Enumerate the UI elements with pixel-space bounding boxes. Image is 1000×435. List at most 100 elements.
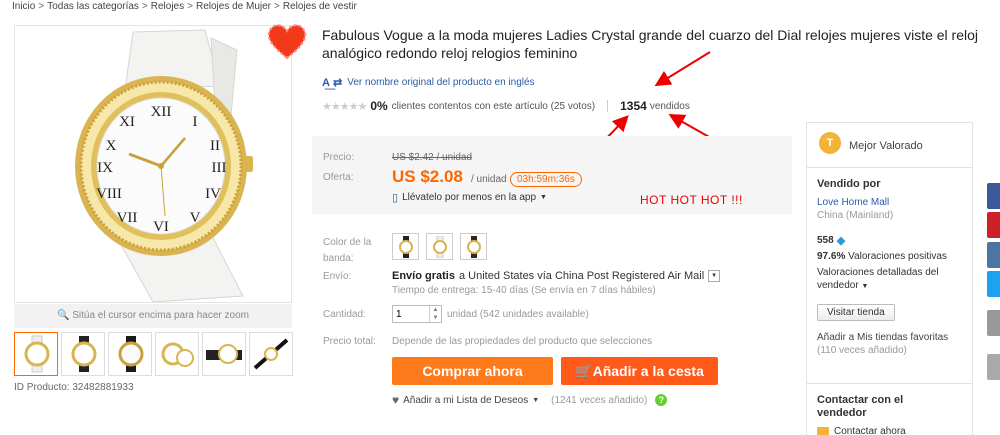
watch-pair-icon [161,342,194,367]
rating-stars-icon: ★★★★★ [322,100,367,113]
quantity-label: Cantidad: [323,309,366,320]
quantity-input[interactable] [396,307,428,321]
breadcrumb-watches[interactable]: Relojes [151,1,184,12]
thumbnail-5[interactable] [202,332,246,376]
svg-text:VI: VI [153,219,169,235]
seller-panel: T Mejor Valorado Vendido por Love Home M… [806,122,973,435]
store-country: China (Mainland) [817,210,894,221]
svg-text:III: III [212,160,227,176]
store-name-link[interactable]: Love Home Mall [817,197,889,208]
svg-text:VIII: VIII [96,186,122,202]
sold-by-heading: Vendido por [817,178,881,190]
twitter-icon[interactable] [987,271,1000,297]
thumbnail-1[interactable] [14,332,58,376]
heart-icon [264,18,310,64]
svg-text:XII: XII [151,104,172,120]
wishlist-count: (1241 veces añadido) [551,394,648,406]
help-icon[interactable]: ? [655,394,668,406]
quantity-available: unidad (542 unidades available) [447,309,589,320]
thumbnail-strip [14,332,293,376]
translate-icon: A͟ ⇄ [322,77,343,89]
wishlist-row: ♥ Añadir a mi Lista de Deseos ▼ (1241 ve… [392,393,668,407]
svg-text:IX: IX [97,160,113,176]
app-discount-link[interactable]: ▯ Llévatelo por menos en la app ▼ [392,191,547,204]
band-color-label: Color de la banda: [323,237,372,264]
svg-text:II: II [210,138,220,154]
shipping-info: Envío gratis a United States vía China P… [392,270,721,282]
color-option-black[interactable] [392,233,419,260]
positive-feedback: 97.6% Valoraciones positivas [817,251,947,262]
total-price-label: Precio total: [323,336,376,347]
collapse-icon[interactable] [987,354,1000,380]
watch-illustration: XII I II III IV V VI VII VIII IX X XI [75,29,253,302]
watch-dark-icon [466,235,481,258]
cart-icon: 🛒 [575,363,593,379]
color-option-white[interactable] [426,233,453,260]
add-favorites-link[interactable]: Añadir a Mis tiendas favoritas [817,332,948,343]
band-color-options [392,233,487,260]
product-id: ID Producto: 32482881933 [14,382,134,393]
total-price-text: Depende de las propiedades del producto … [392,336,653,347]
breadcrumb: Inicio > Todas las categorías > Relojes > Relo… [12,1,357,12]
breadcrumb-home[interactable]: Inicio [12,1,35,12]
envelope-icon [817,427,829,435]
watch-black-icon [398,235,413,258]
svg-text:V: V [190,210,201,226]
offer-unit: / unidad [471,174,507,185]
seller-score: 558 ◆ [817,235,846,247]
thumbnail-3[interactable] [108,332,152,376]
wishlist-link[interactable]: Añadir a mi Lista de Deseos [403,395,528,406]
watch-black-icon [71,336,97,372]
offer-price: US $2.08 [392,167,463,186]
top-rated-label: Mejor Valorado [849,140,923,152]
shipping-dropdown-icon[interactable]: ▼ [708,270,721,282]
visit-store-button[interactable]: Visitar tienda [817,304,895,321]
chevron-down-icon: ▼ [540,194,547,201]
edit-icon[interactable] [987,310,1000,336]
delivery-time: Tiempo de entrega: 15-40 días (Se envía … [392,285,656,296]
translate-link[interactable]: A͟ ⇄ Ver nombre original del producto en… [322,76,535,89]
svg-text:I: I [193,114,198,130]
quantity-stepper[interactable]: ▲▼ [392,305,442,323]
watch-white-icon [24,335,50,373]
shipping-label: Envío: [323,271,352,282]
watch-black-icon [206,344,242,364]
countdown-timer: 03h:59m:36s [510,172,582,187]
thumbnail-2[interactable] [61,332,105,376]
svg-text:IV: IV [205,186,221,202]
facebook-icon[interactable] [987,183,1000,209]
quantity-arrows-icon[interactable]: ▲ ▼ [429,306,441,322]
svg-text:X: X [106,138,117,154]
contact-heading: Contactar con el vendedor [817,394,904,419]
detailed-ratings[interactable]: Valoraciones detalladas del vendedor ▼ [817,266,969,293]
svg-text:VII: VII [117,210,138,226]
visit-store-wrapper: Visitar tienda [817,304,895,321]
color-option-brown[interactable] [460,233,487,260]
magnifier-icon: 🔍 [57,310,70,321]
add-to-cart-button[interactable]: 🛒Añadir a la cesta [561,357,718,385]
phone-icon: ▯ [392,192,399,204]
main-product-image[interactable]: XII I II III IV V VI VII VIII IX X XI [14,25,292,303]
zoom-hint: 🔍 Sitúa el cursor encima para hacer zoom [14,304,292,328]
diamond-icon: ◆ [836,235,846,247]
favorites-count: (110 veces añadido) [817,345,907,356]
rating-percent: 0% [370,99,388,113]
pinterest-icon[interactable] [987,212,1000,238]
breadcrumb-womens-watches[interactable]: Relojes de Mujer [196,1,271,12]
breadcrumb-all-categories[interactable]: Todas las categorías [47,1,139,12]
thumbnail-6[interactable] [249,332,293,376]
buy-now-button[interactable]: Comprar ahora [392,357,553,385]
watch-black-icon [118,336,144,372]
shipping-destination: a United States vía China Post Registere… [458,270,705,282]
contact-now-link[interactable]: Contactar ahora [817,426,906,435]
original-price: US $2.42 / unidad [392,152,473,163]
thumbnail-4[interactable] [155,332,199,376]
chevron-down-icon: ▼ [861,283,869,290]
heart-outline-icon: ♥ [392,393,400,407]
vk-icon[interactable] [987,242,1000,268]
breadcrumb-dress-watches[interactable]: Relojes de vestir [283,1,357,12]
watch-black-icon [253,338,289,370]
price-label: Precio: [323,152,355,163]
chevron-down-icon: ▼ [532,396,540,404]
hot-annotation: HOT HOT HOT !!! [640,193,743,207]
